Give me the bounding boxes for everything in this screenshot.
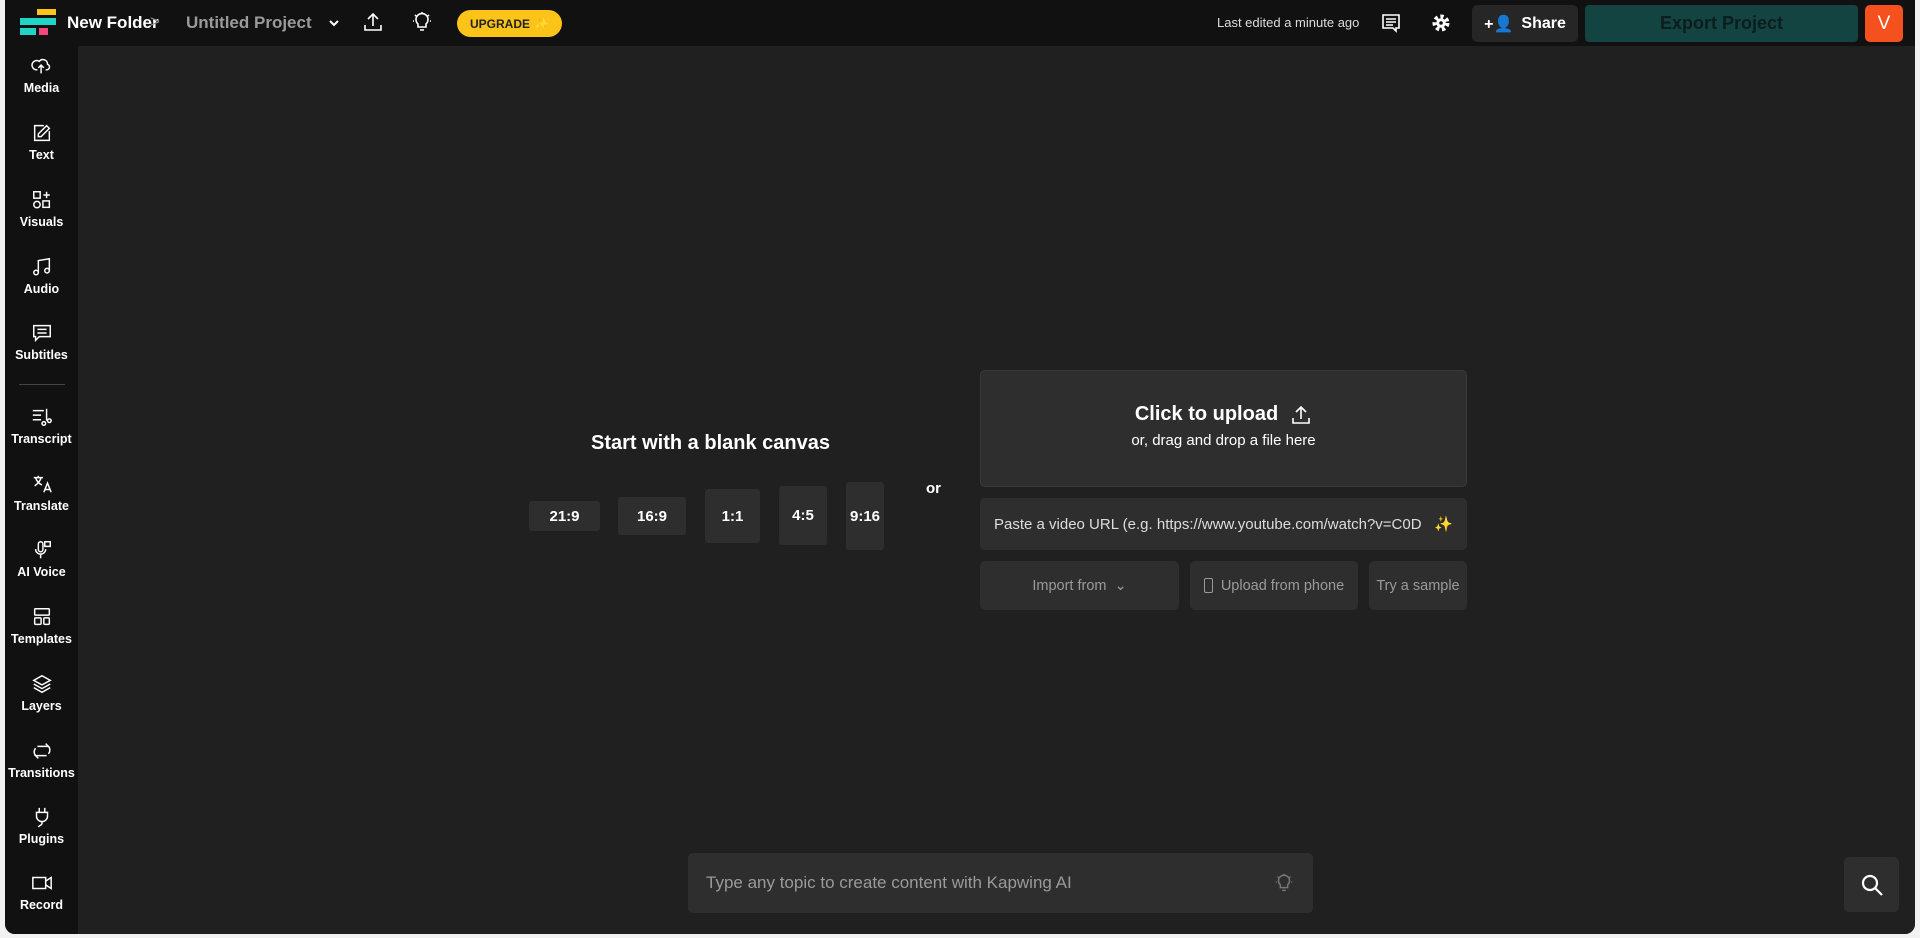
sidebar-item-label: Plugins xyxy=(18,832,65,846)
ratio-4-5-button[interactable]: 4:5 xyxy=(779,486,827,545)
plug-icon xyxy=(35,807,48,828)
upload-icon xyxy=(1292,405,1310,424)
upload-from-phone-button[interactable]: Upload from phone xyxy=(1190,561,1358,610)
camera-icon xyxy=(31,876,52,890)
sidebar-item-label: Layers xyxy=(21,699,62,713)
project-title[interactable]: Untitled Project xyxy=(186,13,312,33)
lightbulb-icon[interactable] xyxy=(1273,872,1295,894)
add-person-icon: +👤 xyxy=(1484,15,1514,33)
sidebar-item-subtitles[interactable]: Subtitles xyxy=(5,322,78,362)
edit-icon xyxy=(33,124,50,142)
sidebar-item-transcript[interactable]: Transcript xyxy=(5,406,78,446)
upgrade-button[interactable]: UPGRADE ✨ xyxy=(457,10,562,37)
last-edited-status: Last edited a minute ago xyxy=(1217,15,1360,30)
sidebar-item-label: Media xyxy=(23,81,60,95)
sidebar-item-label: Transcript xyxy=(11,432,72,446)
sidebar-item-transitions[interactable]: Transitions xyxy=(5,740,78,780)
sidebar-item-layers[interactable]: Layers xyxy=(5,673,78,713)
templates-icon xyxy=(33,608,50,626)
sidebar: Media Text Visuals Audio Subtitles Transcript… xyxy=(5,46,78,934)
kapwing-logo[interactable] xyxy=(20,9,56,37)
sparkle-icon: ✨ xyxy=(534,16,549,31)
lightbulb-icon[interactable] xyxy=(410,10,434,34)
upload-title: Click to upload xyxy=(1134,403,1279,425)
music-icon xyxy=(32,257,50,276)
phone-icon xyxy=(1203,578,1213,593)
ratio-21-9-button[interactable]: 21:9 xyxy=(529,501,600,531)
sidebar-item-ai-voice[interactable]: AI Voice xyxy=(5,539,78,579)
share-label: Share xyxy=(1521,14,1566,32)
microphone-icon xyxy=(34,541,51,559)
ratio-1-1-button[interactable]: 1:1 xyxy=(705,489,760,543)
user-avatar[interactable]: V xyxy=(1865,5,1903,42)
ai-topic-input[interactable]: Type any topic to create content with Ka… xyxy=(688,853,1313,913)
sidebar-item-label: Translate xyxy=(14,499,69,513)
gear-icon[interactable] xyxy=(1430,12,1452,34)
top-bar: New Folder > Untitled Project UPGRADE ✨ L… xyxy=(5,0,1915,46)
sidebar-divider xyxy=(19,384,65,385)
sidebar-item-templates[interactable]: Templates xyxy=(5,606,78,646)
cloud-upload-icon xyxy=(30,58,50,74)
sidebar-item-label: Templates xyxy=(11,632,72,646)
try-sample-button[interactable]: Try a sample xyxy=(1369,561,1467,610)
sidebar-item-translate[interactable]: Translate xyxy=(5,473,78,513)
sidebar-item-label: Text xyxy=(29,148,54,162)
sidebar-item-text[interactable]: Text xyxy=(5,122,78,162)
sidebar-item-plugins[interactable]: Plugins xyxy=(5,806,78,846)
breadcrumb-folder[interactable]: New Folder xyxy=(67,13,159,33)
sidebar-item-label: Audio xyxy=(23,282,60,296)
chevron-down-icon: ⌄ xyxy=(1114,577,1127,594)
sidebar-item-label: Subtitles xyxy=(15,348,68,362)
editor-canvas: Start with a blank canvas 21:9 16:9 1:1 … xyxy=(78,46,1915,934)
sidebar-item-label: AI Voice xyxy=(17,565,66,579)
export-project-button[interactable]: Export Project xyxy=(1585,5,1858,42)
shapes-icon xyxy=(32,191,50,209)
ratio-16-9-button[interactable]: 16:9 xyxy=(618,497,686,535)
import-from-button[interactable]: Import from ⌄ xyxy=(980,561,1179,610)
blank-canvas-title: Start with a blank canvas xyxy=(591,432,830,454)
upgrade-label: UPGRADE xyxy=(470,16,531,31)
translate-icon xyxy=(33,475,52,493)
share-button[interactable]: +👤 Share xyxy=(1472,5,1578,42)
transcript-icon xyxy=(32,408,52,426)
or-divider-text: or xyxy=(926,480,941,497)
upload-from-phone-label: Upload from phone xyxy=(1220,577,1345,594)
sidebar-item-label: Record xyxy=(19,898,64,912)
transitions-icon xyxy=(33,743,50,759)
upload-dropzone[interactable]: Click to upload or, drag and drop a file… xyxy=(980,370,1467,487)
search-button[interactable] xyxy=(1844,857,1899,912)
import-from-label: Import from xyxy=(1032,577,1107,594)
layers-icon xyxy=(31,674,52,694)
sidebar-item-label: Transitions xyxy=(8,766,75,780)
ai-topic-placeholder: Type any topic to create content with Ka… xyxy=(706,873,1072,892)
comment-icon[interactable] xyxy=(1380,12,1402,34)
sidebar-item-label: Visuals xyxy=(19,215,64,229)
ratio-9-16-button[interactable]: 9:16 xyxy=(846,482,884,550)
sidebar-item-visuals[interactable]: Visuals xyxy=(5,189,78,229)
sidebar-item-audio[interactable]: Audio xyxy=(5,256,78,296)
sidebar-item-record[interactable]: Record xyxy=(5,872,78,912)
upload-subtitle: or, drag and drop a file here xyxy=(1131,432,1316,449)
search-icon xyxy=(1861,874,1883,896)
chevron-down-icon[interactable] xyxy=(328,18,340,28)
breadcrumb-separator: > xyxy=(150,12,160,31)
sidebar-item-media[interactable]: Media xyxy=(5,55,78,95)
upload-icon[interactable] xyxy=(362,11,384,33)
app-window: New Folder > Untitled Project UPGRADE ✨ L… xyxy=(5,0,1915,934)
video-url-input[interactable]: Paste a video URL (e.g. https://www.yout… xyxy=(980,498,1467,550)
sparkle-icon[interactable]: ✨ xyxy=(1434,515,1453,533)
subtitles-icon xyxy=(32,324,51,343)
video-url-placeholder: Paste a video URL (e.g. https://www.yout… xyxy=(994,515,1422,533)
